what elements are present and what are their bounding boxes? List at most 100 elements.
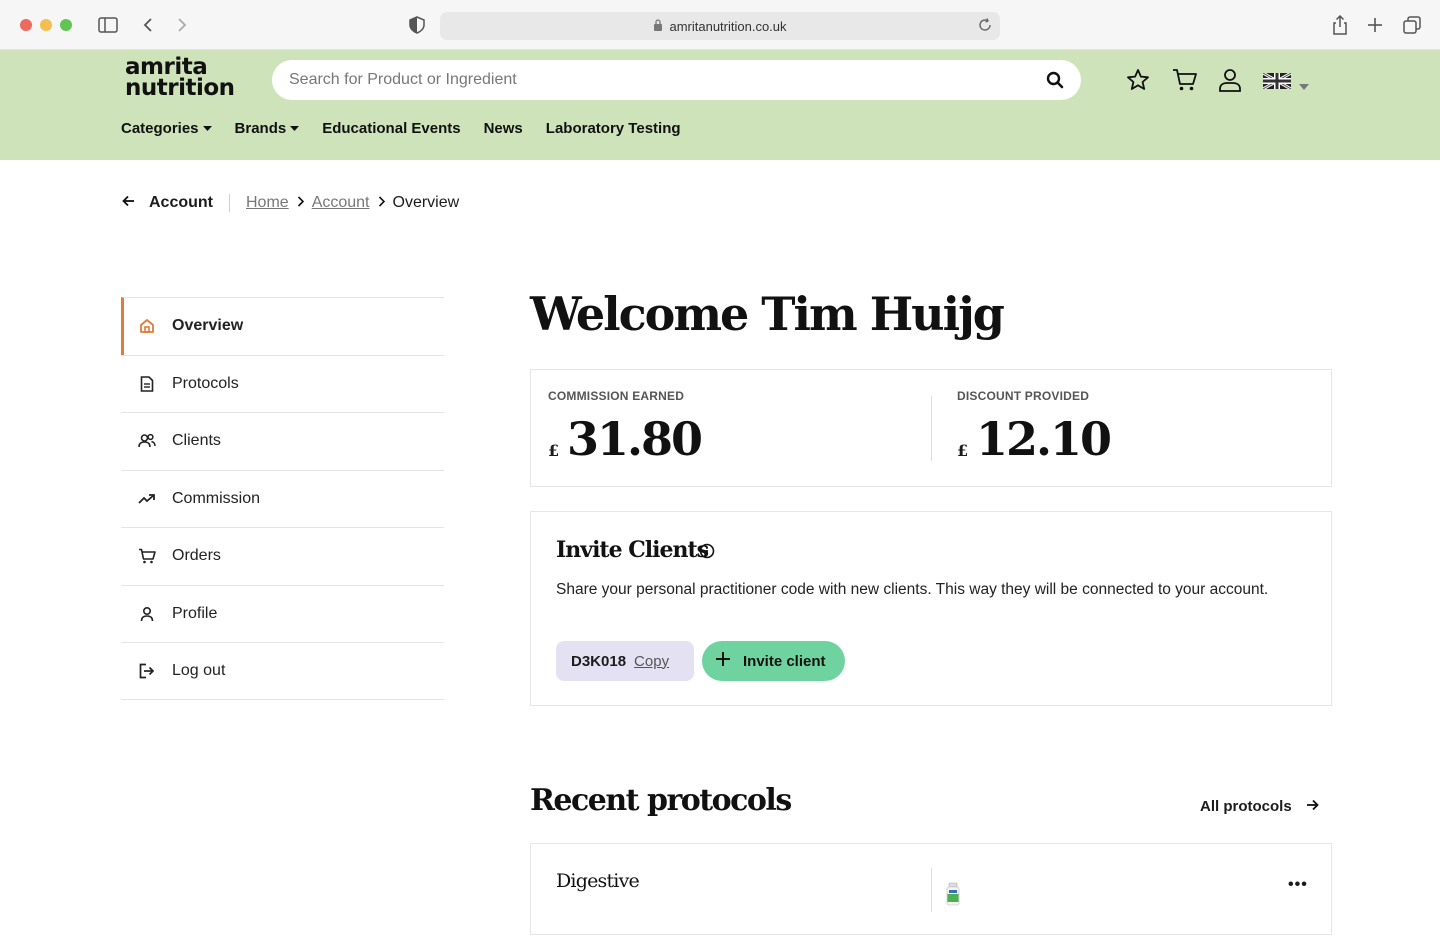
discount-provided-stat: DISCOUNT PROVIDED £ 12.10 <box>957 370 1327 488</box>
protocol-divider <box>931 868 932 912</box>
protocol-card[interactable]: Digestive ••• <box>530 843 1332 935</box>
stat-label: COMMISSION EARNED <box>548 389 685 403</box>
lock-icon <box>653 18 663 34</box>
wishlist-star-icon[interactable] <box>1126 68 1150 97</box>
stat-value: 12.10 <box>976 412 1112 466</box>
forward-icon[interactable] <box>171 14 193 36</box>
breadcrumb-divider <box>229 194 230 212</box>
search-icon[interactable] <box>1046 71 1064 94</box>
document-icon <box>138 375 156 393</box>
new-tab-icon[interactable] <box>1364 14 1386 36</box>
nav-brands-label: Brands <box>234 120 287 137</box>
sidebar-item-commission[interactable]: Commission <box>121 469 444 528</box>
users-icon <box>138 432 156 450</box>
practitioner-code: D3K018 <box>571 652 627 670</box>
sidebar-item-clients[interactable]: Clients <box>121 412 444 470</box>
invite-title: Invite Clients <box>556 537 709 563</box>
nav-news[interactable]: News <box>484 120 523 137</box>
info-icon[interactable] <box>699 543 715 564</box>
more-options-button[interactable]: ••• <box>1288 876 1308 894</box>
nav-brands[interactable]: Brands <box>235 120 300 137</box>
caret-down-icon <box>290 125 300 131</box>
site-header: amrita nutrition Categories Brands Educa… <box>0 50 1440 160</box>
sidebar-item-overview[interactable]: Overview <box>121 297 444 355</box>
all-protocols-label: All protocols <box>1200 798 1292 815</box>
all-protocols-link[interactable]: All protocols <box>1200 798 1319 815</box>
currency-symbol: £ <box>957 441 969 460</box>
sidebar-item-protocols[interactable]: Protocols <box>121 354 444 413</box>
product-bottle-icon <box>945 882 961 911</box>
browser-toolbar: amritanutrition.co.uk <box>0 0 1440 50</box>
sidebar-toggle-icon[interactable] <box>97 14 119 36</box>
main-navigation: Categories Brands Educational Events New… <box>121 120 704 137</box>
protocol-name: Digestive <box>556 870 640 892</box>
nav-laboratory-testing-label: Laboratory Testing <box>545 120 681 137</box>
url-text: amritanutrition.co.uk <box>669 18 787 34</box>
sidebar-item-logout[interactable]: Log out <box>121 642 444 700</box>
recent-protocols-title: Recent protocols <box>530 783 792 818</box>
reload-icon[interactable] <box>978 18 992 35</box>
cart-icon <box>138 547 156 565</box>
breadcrumb: Account Home Account Overview <box>122 194 459 212</box>
sidebar-item-profile[interactable]: Profile <box>121 584 444 643</box>
user-icon <box>138 605 156 623</box>
page-title: Welcome Tim Huijg <box>530 287 1005 341</box>
sidebar-item-label: Profile <box>172 604 218 622</box>
copy-code-link[interactable]: Copy <box>634 653 669 670</box>
search-bar <box>272 60 1081 100</box>
search-input[interactable] <box>289 71 1029 89</box>
arrow-right-icon <box>1306 798 1319 815</box>
chevron-right-icon <box>297 194 304 212</box>
account-sidebar: Overview Protocols Clients Commission Or… <box>121 297 444 700</box>
logo-text-line2: nutrition <box>125 75 235 101</box>
stat-value: 31.80 <box>567 412 703 466</box>
stat-label: DISCOUNT PROVIDED <box>957 389 1090 403</box>
close-window-button[interactable] <box>20 19 32 31</box>
trend-up-icon <box>138 490 156 508</box>
breadcrumb-home-link[interactable]: Home <box>246 194 289 212</box>
logout-icon <box>138 662 156 680</box>
sidebar-item-orders[interactable]: Orders <box>121 527 444 585</box>
back-to-account-link[interactable]: Account <box>149 194 213 212</box>
currency-symbol: £ <box>548 441 560 460</box>
breadcrumb-current: Overview <box>392 194 460 211</box>
address-bar[interactable]: amritanutrition.co.uk <box>440 12 1000 40</box>
invite-clients-card: Invite Clients Share your personal pract… <box>530 511 1332 706</box>
breadcrumb-account-link[interactable]: Account <box>312 194 370 212</box>
sidebar-item-label: Clients <box>172 432 221 450</box>
back-icon[interactable] <box>137 14 159 36</box>
account-user-icon[interactable] <box>1219 68 1241 97</box>
sidebar-item-label: Log out <box>172 661 226 679</box>
sidebar-item-label: Overview <box>172 317 244 335</box>
nav-educational-events-label: Educational Events <box>322 120 461 137</box>
nav-categories[interactable]: Categories <box>121 120 212 137</box>
practitioner-code-box: D3K018 Copy <box>556 641 694 681</box>
cart-icon[interactable] <box>1172 68 1198 97</box>
nav-laboratory-testing[interactable]: Laboratory Testing <box>546 120 681 137</box>
chevron-right-icon <box>378 194 385 212</box>
invite-client-button[interactable]: Invite client <box>702 641 845 681</box>
uk-flag-icon[interactable] <box>1262 71 1292 91</box>
stats-divider <box>931 396 932 461</box>
tabs-overview-icon[interactable] <box>1401 14 1423 36</box>
invite-description: Share your personal practitioner code wi… <box>556 581 1269 598</box>
sidebar-item-label: Protocols <box>172 374 239 392</box>
stats-card: COMMISSION EARNED £ 31.80 DISCOUNT PROVI… <box>530 369 1332 487</box>
commission-earned-stat: COMMISSION EARNED £ 31.80 <box>548 370 928 488</box>
nav-categories-label: Categories <box>121 120 199 137</box>
language-caret-icon[interactable] <box>1299 77 1309 95</box>
share-icon[interactable] <box>1329 14 1351 36</box>
maximize-window-button[interactable] <box>60 19 72 31</box>
invite-client-label: Invite client <box>743 652 826 670</box>
sidebar-item-label: Commission <box>172 489 261 507</box>
plus-icon <box>715 651 731 671</box>
shield-icon[interactable] <box>406 14 428 36</box>
minimize-window-button[interactable] <box>40 19 52 31</box>
caret-down-icon <box>202 125 212 131</box>
home-icon <box>138 317 156 335</box>
sidebar-item-label: Orders <box>172 547 221 565</box>
nav-educational-events[interactable]: Educational Events <box>322 120 460 137</box>
nav-news-label: News <box>483 120 523 137</box>
arrow-left-icon[interactable] <box>122 194 135 212</box>
brand-logo[interactable]: amrita nutrition <box>125 56 235 101</box>
